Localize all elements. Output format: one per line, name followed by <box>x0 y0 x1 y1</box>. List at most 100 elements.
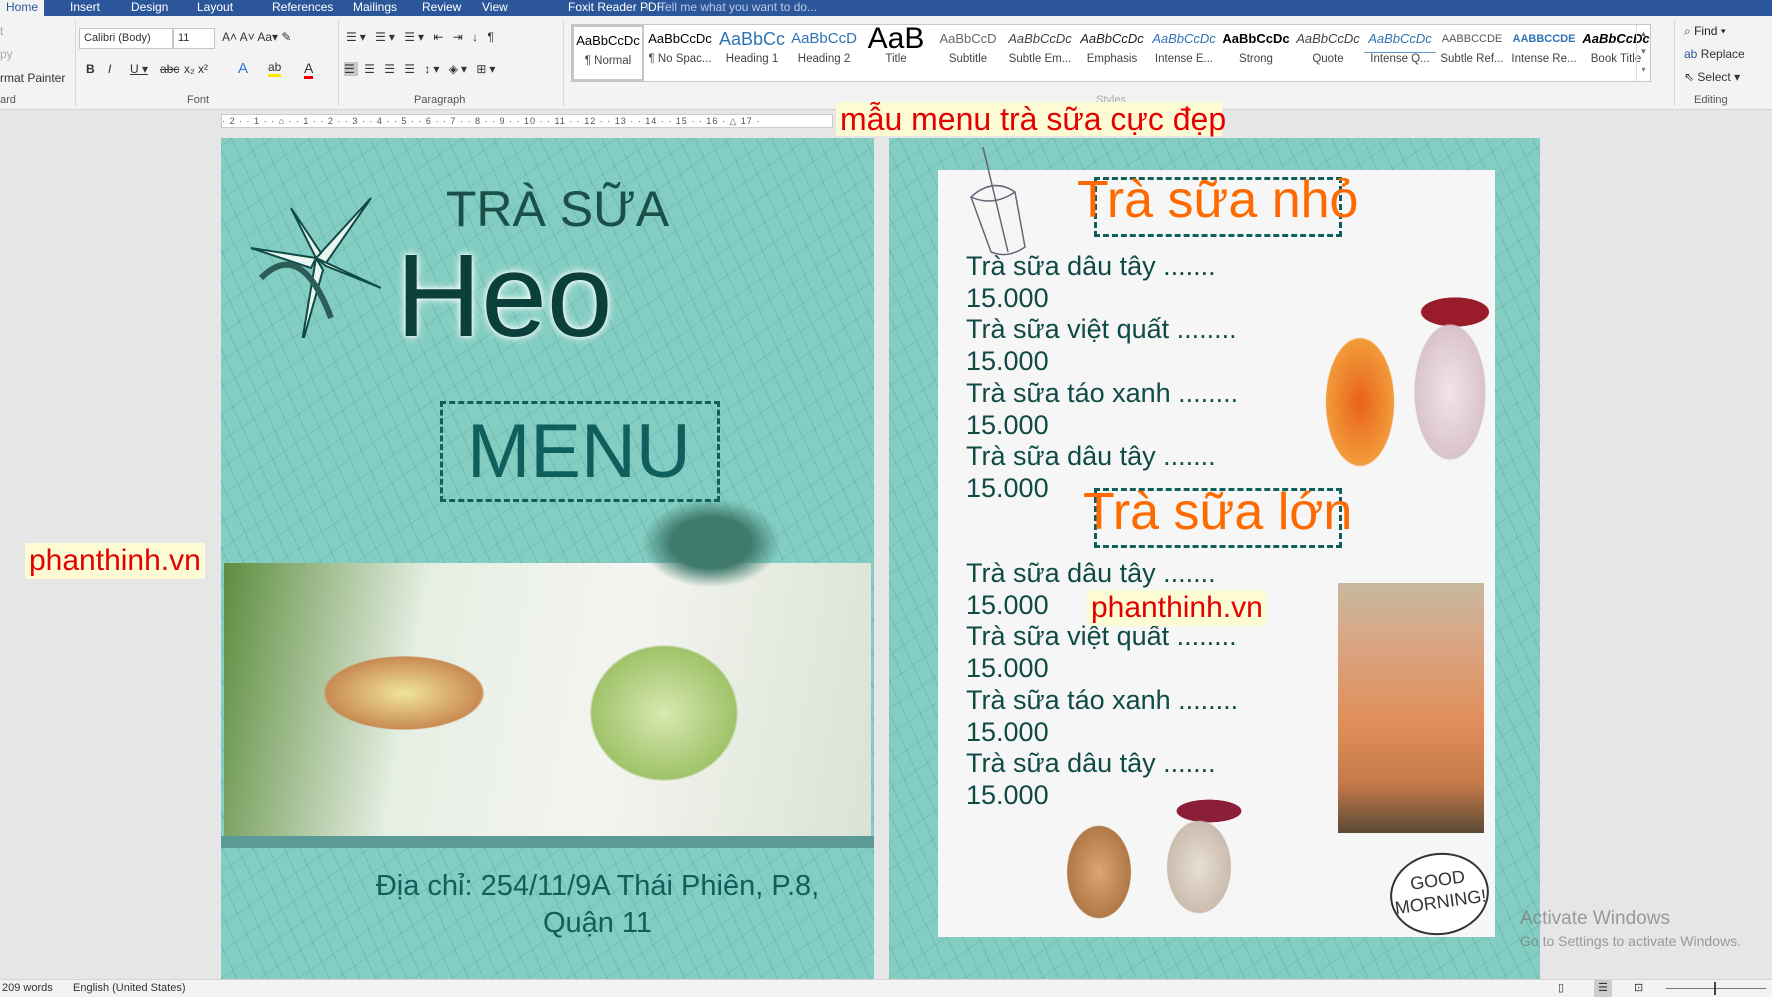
menu-item-price: 15.000 <box>966 409 1049 440</box>
language-indicator[interactable]: English (United States) <box>73 980 186 997</box>
overlay-title: mẫu menu trà sữa cực đẹp <box>836 102 1226 136</box>
style-heading-1[interactable]: AaBbCc Heading 1 <box>716 25 788 81</box>
web-layout-icon[interactable]: ⊡ <box>1634 980 1643 997</box>
menu-item-price: 15.000 <box>966 282 1049 313</box>
watermark: phanthinh.vn <box>25 543 205 579</box>
font-color-icon[interactable]: A <box>304 60 314 79</box>
style-name: Intense Q... <box>1370 53 1430 65</box>
style-quote[interactable]: AaBbCcDc Quote <box>1292 25 1364 81</box>
menu-item-name: Trà sữa dâu tây ....... <box>966 251 1216 281</box>
tab-layout[interactable]: Layout <box>197 0 233 16</box>
tab-view[interactable]: View <box>482 0 508 16</box>
strikethrough-button[interactable]: abc <box>160 62 179 76</box>
font-size-select[interactable]: 11 <box>173 28 215 49</box>
style-emphasis[interactable]: AaBbCcDc Emphasis <box>1076 25 1148 81</box>
find-button[interactable]: ⌕ Find ▾ <box>1684 24 1726 39</box>
style-name: Subtitle <box>948 53 988 65</box>
tab-mailings[interactable]: Mailings <box>353 0 397 16</box>
small-heading: Trà sữa nhỏ <box>1077 171 1359 229</box>
style-name: Intense E... <box>1154 53 1214 65</box>
style-normal[interactable]: AaBbCcDc ¶ Normal <box>572 25 644 81</box>
divider <box>563 20 564 106</box>
style-subtitle[interactable]: AaBbCcD Subtitle <box>932 25 1004 81</box>
tab-home[interactable]: Home <box>0 0 45 16</box>
replace-button[interactable]: ab Replace <box>1684 47 1745 61</box>
style-name: Heading 1 <box>725 53 779 65</box>
tab-design[interactable]: Design <box>131 0 168 16</box>
replace-icon: ab <box>1684 47 1698 61</box>
bold-button[interactable]: B <box>86 62 95 76</box>
underline-button[interactable]: U ▾ <box>130 62 148 76</box>
menu-item-price: 15.000 <box>966 472 1049 503</box>
style-title[interactable]: AaB Title <box>860 25 932 81</box>
tab-review[interactable]: Review <box>422 0 461 16</box>
word-count[interactable]: 209 words <box>2 980 53 997</box>
italic-button[interactable]: I <box>108 62 111 76</box>
zoom-slider[interactable] <box>1666 988 1766 989</box>
tab-insert[interactable]: Insert <box>70 0 100 16</box>
list-icons[interactable]: ☰▾ ☰▾ ☰▾ ⇤ ⇥ ↓ ¶ <box>346 30 497 44</box>
select-button[interactable]: ⇖ Select ▾ <box>1684 70 1740 84</box>
style-name: Emphasis <box>1086 53 1138 65</box>
styles-scrollbar[interactable]: ▲ ▼ ▾ <box>1636 25 1650 81</box>
divider <box>1674 20 1675 106</box>
status-bar: 209 words English (United States) ▯ ☰ ⊡ <box>0 979 1772 997</box>
style-intense-re[interactable]: AABBCCDE Intense Re... <box>1508 25 1580 81</box>
menu-item-name: Trà sữa việt quất ........ <box>966 314 1237 345</box>
print-layout-icon[interactable]: ☰ <box>1594 980 1612 997</box>
style-heading-2[interactable]: AaBbCcD Heading 2 <box>788 25 860 81</box>
style-intense-q[interactable]: AaBbCcDc Intense Q... <box>1364 25 1436 81</box>
style-preview: AABBCCDE <box>1512 33 1576 45</box>
search-icon: ⌕ <box>1684 24 1691 38</box>
style-preview: AaBbCcD <box>791 30 857 47</box>
grow-font-icon[interactable]: A˄ A˅ Aa▾ ✎ <box>222 30 291 44</box>
style-preview: AaBbCc <box>718 29 786 49</box>
read-mode-icon[interactable]: ▯ <box>1558 980 1564 997</box>
style-strong[interactable]: AaBbCcDc Strong <box>1220 25 1292 81</box>
activate-windows-subtitle: Go to Settings to activate Windows. <box>1520 933 1741 949</box>
leaf-icon <box>641 498 781 588</box>
editing-group-label: Editing <box>1694 94 1728 106</box>
activate-windows-title: Activate Windows <box>1520 908 1670 929</box>
subscript-superscript-icon[interactable]: x₂ x² <box>184 62 208 76</box>
menu-title: MENU <box>467 409 691 494</box>
font-name-select[interactable]: Calibri (Body) <box>79 28 173 49</box>
style-name: Heading 2 <box>797 53 851 65</box>
zoom-slider-thumb[interactable] <box>1714 982 1716 995</box>
style-preview: AaBbCcDc <box>648 31 712 46</box>
cut-button[interactable]: t <box>0 24 3 38</box>
style-intense-e[interactable]: AaBbCcDc Intense E... <box>1148 25 1220 81</box>
tell-me-input[interactable]: Tell me what you want to do... <box>659 0 817 16</box>
style-name: Subtle Em... <box>1008 53 1072 65</box>
menu-item-name: Trà sữa việt quất ........ <box>966 621 1237 652</box>
style-no-spac[interactable]: AaBbCcDc ¶ No Spac... <box>644 25 716 81</box>
replace-label: Replace <box>1700 47 1745 61</box>
menu-item-name: Trà sữa táo xanh ........ <box>966 684 1239 715</box>
style-preview: AaBbCcDc <box>576 33 640 48</box>
address-line-1: Địa chỉ: 254/11/9A Thái Phiên, P.8, <box>375 870 820 902</box>
style-name: Title <box>885 53 907 65</box>
lightbulb-icon: ♀ <box>643 0 652 14</box>
menu-item-name: Trà sữa dâu tây ....... <box>966 748 1216 779</box>
style-subtle-ref[interactable]: AABBCCDE Subtle Ref... <box>1436 25 1508 81</box>
style-preview: AaBbCcDc <box>1080 31 1144 46</box>
select-label: Select <box>1697 70 1731 84</box>
cursor-icon: ⇖ <box>1684 70 1695 84</box>
menu-item-price: 15.000 <box>966 779 1049 810</box>
menu-item-name: Trà sữa dâu tây ....... <box>966 441 1216 472</box>
horizontal-ruler[interactable]: · 2 · · 1 · · ⌂ · · 1 · · 2 · · 3 · · 4 … <box>221 114 833 128</box>
style-preview: AaBbCcDc <box>1364 25 1436 53</box>
address: Địa chỉ: 254/11/9A Thái Phiên, P.8, Quận… <box>221 868 874 942</box>
format-painter-button[interactable]: rmat Painter <box>0 71 65 85</box>
alignment-icons[interactable]: ☰ ☰ ☰ ☰ ↕▾ ◈▾ ⊞▾ <box>344 62 498 76</box>
tab-references[interactable]: References <box>272 0 333 16</box>
cup-photo <box>1338 583 1484 833</box>
style-name: Intense Re... <box>1511 53 1577 65</box>
paragraph-group-label: Paragraph <box>414 94 466 106</box>
highlight-icon[interactable]: ab <box>268 60 282 77</box>
text-effects-icon[interactable]: A <box>238 60 248 77</box>
styles-gallery: AaBbCcDc ¶ Normal AaBbCcDc ¶ No Spac... AaBb… <box>571 24 1651 82</box>
copy-button[interactable]: py <box>0 47 13 61</box>
style-subtle-em[interactable]: AaBbCcDc Subtle Em... <box>1004 25 1076 81</box>
style-preview: AaBbCcDc <box>1152 31 1216 46</box>
